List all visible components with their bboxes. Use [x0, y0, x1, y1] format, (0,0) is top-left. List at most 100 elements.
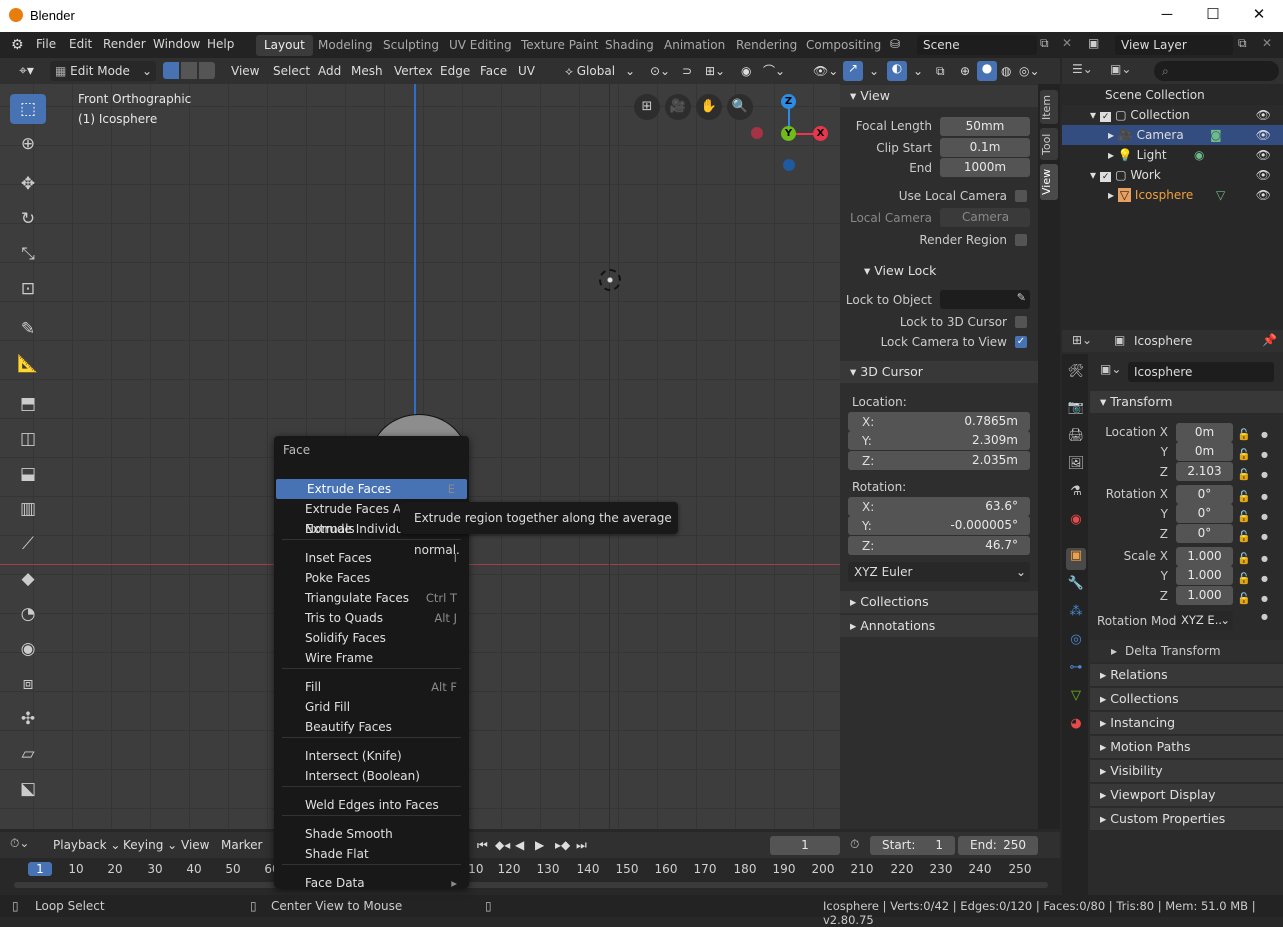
gizmo-toggle-icon[interactable]: ↗ — [843, 61, 863, 81]
wireframe-shading-icon[interactable]: ⊕ — [955, 61, 975, 81]
snap-toggle-icon[interactable]: ⊃ — [677, 61, 697, 81]
timeline-menu-playback[interactable]: Playback ⌄ — [48, 835, 125, 855]
visibility-panel-header[interactable]: ▸ Visibility — [1090, 760, 1283, 782]
rotate-tool-icon[interactable]: ↻ — [10, 204, 46, 234]
workspace-tab-rendering[interactable]: Rendering — [728, 35, 805, 56]
collections-panel-header[interactable]: ▸ Collections — [1090, 688, 1283, 710]
lock-location-icons[interactable]: 🔓 🔓 🔓 — [1237, 425, 1251, 485]
workspace-tab-uv-editing[interactable]: UV Editing — [441, 35, 520, 56]
collections-section-header[interactable]: ▸ Collections — [840, 591, 1038, 613]
scene-properties-icon[interactable]: ⚗ — [1066, 484, 1086, 506]
cursor-location-y-field[interactable]: 2.309m — [848, 431, 1030, 450]
zoom-icon[interactable]: 🔍 — [727, 94, 753, 120]
clip-start-field[interactable]: 0.1m — [940, 138, 1030, 157]
display-mode-icon[interactable]: ▣⌄ — [1110, 62, 1131, 76]
outliner-row-light[interactable]: ▸ 💡 Light ◉ 👁 — [1062, 145, 1283, 165]
cursor-tool-icon[interactable]: ⊕ — [10, 129, 46, 159]
gizmo-z-axis[interactable]: Z — [781, 94, 796, 109]
face-menu-item[interactable]: Face Data ▸ — [274, 873, 469, 893]
pivot-point-icon[interactable]: ⊙⌄ — [645, 61, 675, 81]
transform-section-header[interactable]: ▾ Transform — [1090, 391, 1283, 413]
current-frame-marker[interactable]: 1 — [28, 862, 52, 876]
face-menu-item[interactable]: Weld Edges into Faces — [274, 795, 469, 815]
start-frame-field[interactable]: Start: 1 — [870, 836, 955, 855]
annotations-section-header[interactable]: ▸ Annotations — [840, 615, 1038, 637]
editor-type-icon[interactable]: ⌖▾ — [14, 61, 39, 81]
scene-selector-icon[interactable]: ⛁ — [890, 37, 900, 51]
gizmo-dropdown-icon[interactable]: ⌄ — [864, 61, 884, 81]
face-menu-item[interactable]: Shade Smooth — [274, 824, 469, 844]
keyframe-dot-rotation-mode[interactable]: ● — [1261, 612, 1268, 621]
new-scene-icon[interactable]: ⧉ — [1040, 36, 1049, 51]
spin-tool-icon[interactable]: ◔ — [10, 599, 46, 629]
camera-view-icon[interactable]: 🎥 — [665, 94, 691, 120]
view-layer-properties-icon[interactable]: 🖼 — [1066, 456, 1086, 478]
vertex-select-mode-button[interactable] — [163, 62, 179, 79]
tab-tool[interactable]: Tool — [1040, 128, 1058, 160]
timeline-editor-type-icon[interactable]: ⏱⌄ — [10, 836, 29, 851]
lock-rotation-icons[interactable]: 🔓 🔓 🔓 — [1237, 487, 1251, 547]
physics-properties-icon[interactable]: ◎ — [1066, 632, 1086, 654]
particle-properties-icon[interactable]: ⁂ — [1066, 604, 1086, 626]
preview-range-icon[interactable]: ⏱ — [850, 837, 859, 852]
local-camera-field[interactable]: Camera — [940, 208, 1030, 227]
scale-tool-icon[interactable]: ⤡ — [10, 239, 46, 269]
outliner-search-input[interactable]: ⌕ — [1154, 61, 1279, 81]
annotate-tool-icon[interactable]: ✎ — [10, 314, 46, 344]
workspace-tab-compositing[interactable]: Compositing — [798, 35, 889, 56]
pan-hand-icon[interactable]: ✋ — [696, 94, 722, 120]
orientation-selector[interactable]: ⟡ Global ⌄ — [560, 61, 638, 81]
location-x-field[interactable]: 0m — [1176, 423, 1233, 442]
view-layer-icon[interactable]: ▣ — [1088, 36, 1099, 50]
remove-scene-icon[interactable]: ✕ — [1062, 36, 1072, 50]
pin-icon[interactable]: 📌 — [1262, 333, 1277, 347]
face-menu-item[interactable]: Triangulate Faces Ctrl T — [274, 588, 469, 608]
lock-camera-checkbox[interactable]: ✓ — [1015, 336, 1027, 348]
keyframe-dots-scale[interactable]: ● ● ● — [1261, 549, 1268, 609]
workspace-tab-modeling[interactable]: Modeling — [310, 35, 381, 56]
menu-help[interactable]: Help — [207, 37, 234, 51]
header-menu-vertex[interactable]: Vertex — [389, 61, 438, 81]
workspace-tab-sculpting[interactable]: Sculpting — [375, 35, 447, 56]
edge-select-mode-button[interactable] — [181, 62, 197, 79]
tool-properties-icon[interactable]: 🛠 — [1066, 364, 1086, 386]
checkbox-icon[interactable]: ✓ — [1099, 112, 1112, 122]
workspace-tab-texture-paint[interactable]: Texture Paint — [513, 35, 606, 56]
move-tool-icon[interactable]: ✥ — [10, 169, 46, 199]
workspace-tab-animation[interactable]: Animation — [656, 35, 733, 56]
cursor-location-x-field[interactable]: 0.7865m — [848, 412, 1030, 431]
overlays-dropdown-icon[interactable]: ⌄ — [908, 61, 928, 81]
timeline-scrollbar[interactable] — [14, 882, 1048, 888]
rotation-mode-dropdown[interactable]: XYZ Euler ⌄ — [848, 562, 1030, 582]
loop-cut-tool-icon[interactable]: ▥ — [10, 494, 46, 524]
checkbox-icon[interactable]: ✓ — [1099, 172, 1112, 182]
gizmo-neg-z-axis[interactable] — [783, 159, 795, 171]
outliner-editor-type-icon[interactable]: ☰⌄ — [1072, 62, 1093, 76]
relations-panel-header[interactable]: ▸ Relations — [1090, 664, 1283, 686]
cursor-rotation-z-field[interactable]: 46.7° — [848, 536, 1030, 555]
menu-edit[interactable]: Edit — [69, 37, 92, 51]
play-reverse-icon[interactable]: ◀ — [510, 835, 529, 855]
poly-build-tool-icon[interactable]: ◆ — [10, 564, 46, 594]
face-menu-item[interactable]: Solidify Faces — [274, 628, 469, 648]
face-menu-item[interactable]: Poke Faces — [274, 568, 469, 588]
extrude-region-tool-icon[interactable]: ⬒ — [10, 389, 46, 419]
render-properties-icon[interactable]: 📷 — [1066, 400, 1086, 422]
tab-item[interactable]: Item — [1040, 90, 1058, 124]
eye-icon[interactable]: 👁 — [1256, 165, 1271, 185]
outliner-row-icosphere[interactable]: ▸ ▽ Icosphere ▽ 👁 — [1062, 185, 1283, 205]
use-local-camera-checkbox[interactable] — [1015, 190, 1027, 202]
timeline-menu-marker[interactable]: Marker — [216, 835, 267, 855]
inset-faces-tool-icon[interactable]: ◫ — [10, 424, 46, 454]
face-menu-item[interactable]: Beautify Faces — [274, 717, 469, 737]
rip-region-tool-icon[interactable]: ⬕ — [10, 774, 46, 804]
location-z-field[interactable]: 2.103 — [1176, 462, 1233, 481]
scene-name-field[interactable]: Scene — [917, 35, 1037, 55]
constraint-properties-icon[interactable]: ⊶ — [1066, 660, 1086, 682]
keyframe-dots-location[interactable]: ● ● ● — [1261, 425, 1268, 485]
grid-toggle-icon[interactable]: ⊞ — [634, 94, 660, 120]
menu-render[interactable]: Render — [103, 37, 146, 51]
header-menu-edge[interactable]: Edge — [435, 61, 475, 81]
face-menu-item[interactable]: Shade Flat — [274, 844, 469, 864]
close-window-button[interactable]: ✕ — [1247, 4, 1271, 26]
